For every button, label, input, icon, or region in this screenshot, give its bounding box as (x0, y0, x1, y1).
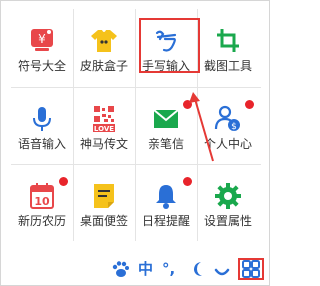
microphone-icon (27, 105, 57, 133)
annotation-arrow (189, 92, 214, 162)
tool-reminder[interactable]: 日程提醒 (135, 172, 197, 230)
tool-sticky-notes[interactable]: 桌面便签 (73, 172, 135, 230)
grid-divider (11, 87, 261, 88)
gear-icon (213, 182, 243, 210)
bell-icon (151, 182, 181, 210)
calendar-icon: 10 (27, 182, 57, 210)
grid-divider (11, 164, 261, 165)
notification-badge (183, 177, 192, 186)
tool-calendar[interactable]: 10 新历农历 (11, 172, 73, 230)
moon-icon[interactable] (188, 259, 208, 279)
tshirt-icon (89, 27, 119, 55)
menu-highlight (238, 258, 264, 280)
tool-shenma-transfer[interactable]: LOVE 神马传文 (73, 95, 135, 153)
selection-highlight (139, 18, 200, 73)
svg-text:¥: ¥ (38, 32, 46, 46)
tool-symbols[interactable]: ¥ 符号大全 (11, 17, 73, 75)
calendar-day: 10 (34, 195, 50, 208)
tool-screenshot-label: 截图工具 (203, 59, 252, 73)
toolbox-panel: ¥ 符号大全 皮肤盒子 手写输入 截图工具 语音输入 LOVE 神马传文 亲笔信… (0, 0, 270, 286)
crop-icon (213, 27, 243, 55)
tool-skins[interactable]: 皮肤盒子 (73, 17, 135, 75)
notification-badge (59, 177, 68, 186)
tool-settings[interactable]: 设置属性 (197, 172, 259, 230)
envelope-icon (151, 105, 181, 133)
sticky-note-icon (89, 182, 119, 210)
tool-voice-input[interactable]: 语音输入 (11, 95, 73, 153)
paw-icon[interactable] (110, 259, 130, 279)
emoji-icon[interactable] (212, 259, 232, 279)
punctuation-toggle[interactable]: °, (162, 259, 175, 279)
tool-settings-label: 设置属性 (203, 214, 252, 228)
tool-screenshot[interactable]: 截图工具 (197, 17, 259, 75)
svg-text:$: $ (231, 122, 237, 132)
qr-love-icon: LOVE (89, 105, 119, 133)
yen-sign-card-icon: ¥ (27, 27, 57, 55)
svg-text:LOVE: LOVE (94, 125, 114, 133)
language-toggle[interactable]: 中 (138, 259, 153, 279)
notification-badge (245, 100, 254, 109)
